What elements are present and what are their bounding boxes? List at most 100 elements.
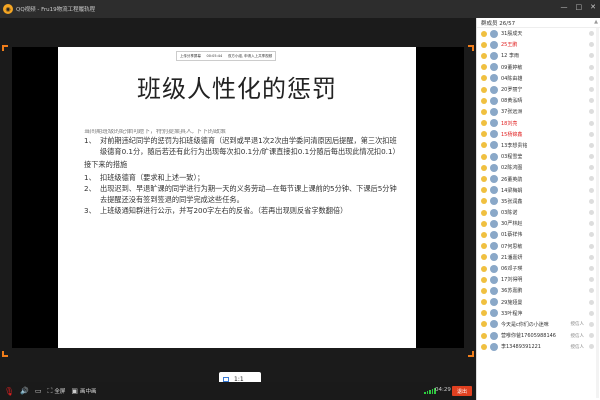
member-row[interactable]: 20罗丽宁 [477, 84, 600, 95]
member-row[interactable]: 07何思敏 [477, 241, 600, 252]
speaker-icon[interactable]: 🔊 [20, 387, 29, 395]
exit-button[interactable]: 退出 [452, 386, 472, 396]
member-name: 02陈鸿图 [501, 165, 523, 172]
avatar [490, 29, 498, 38]
avatar [490, 309, 498, 318]
sub-heading: 接下来的措施 [84, 160, 128, 169]
share-toolbar-item[interactable]: 上传分享屏幕 [180, 54, 201, 59]
measure-text: 扣班级德育（要求和上述一致）； [100, 172, 205, 182]
share-toolbar-popup[interactable]: 上传分享屏幕 00:05:44 双方小组, 申请入上共享视频 [176, 51, 276, 61]
member-row[interactable]: 25王鹏 [477, 39, 600, 50]
slide-title: 班级人性化的惩罚 [137, 75, 337, 103]
member-row[interactable]: 29施娅曼 [477, 297, 600, 308]
avatar [490, 275, 498, 284]
measure-number: 3、 [84, 206, 96, 215]
frame-corner-top-right [468, 45, 474, 51]
member-row[interactable]: 03程雪莹 [477, 151, 600, 162]
member-row[interactable]: 02陈鸿图 [477, 162, 600, 173]
measure-item: 2、 出现迟到、早退旷课的同学进行为期一天的义务劳动—在每节课上课前的5分钟、下… [84, 184, 402, 205]
avatar [490, 163, 498, 172]
member-row[interactable]: 31殷成天 [477, 28, 600, 39]
member-name: 30严林赵 [501, 221, 523, 228]
member-row[interactable]: 03陈诺 [477, 207, 600, 218]
avatar [490, 74, 498, 83]
member-status: 授信人 [570, 333, 585, 339]
close-button[interactable]: ✕ [590, 3, 596, 11]
fullscreen-icon[interactable]: ⛶ [48, 387, 53, 396]
member-row[interactable]: 14梁梅娟 [477, 185, 600, 196]
member-name: 33叶程萍 [501, 310, 523, 317]
member-status: 授信人 [570, 344, 585, 350]
slide-cut-line: 当间期班级的纪律问题下，特别提案其人, 下下的政策 [84, 129, 226, 135]
member-role-icon [481, 187, 487, 194]
member-mic-icon [589, 120, 594, 126]
call-duration: 04:29 [435, 387, 451, 393]
avatar [490, 130, 498, 139]
member-row[interactable]: 35张润鑫 [477, 196, 600, 207]
maximize-button[interactable]: □ [576, 3, 583, 11]
minimize-button[interactable]: — [561, 3, 568, 11]
avatar [490, 119, 498, 128]
member-row[interactable]: 15杨锦鑫 [477, 129, 600, 140]
member-name: 李13489391221 [501, 344, 541, 351]
member-mic-icon [589, 131, 594, 137]
member-row[interactable]: 06邓子瑛 [477, 263, 600, 274]
member-row[interactable]: 37张远洲 [477, 106, 600, 117]
member-mic-icon [589, 31, 594, 36]
member-name: 29施娅曼 [501, 299, 523, 306]
avatar [490, 96, 498, 105]
measure-number: 1、 [84, 172, 96, 182]
camera-icon[interactable]: ▭ [35, 387, 42, 395]
member-role-icon [481, 153, 487, 160]
member-row[interactable]: 30严林赵 [477, 218, 600, 229]
member-row[interactable]: 33叶程萍 [477, 308, 600, 319]
member-role-icon [481, 332, 487, 339]
member-role-icon [481, 220, 487, 227]
member-name: 17刘得明 [501, 277, 523, 284]
avatar [490, 219, 498, 228]
member-mic-icon [589, 321, 594, 327]
window-controls: — □ ✕ [561, 3, 597, 11]
fullscreen-button[interactable]: 全屏 [54, 387, 65, 395]
member-role-icon [481, 321, 487, 328]
member-row[interactable]: 李13489391221 授信人 [477, 341, 600, 352]
rule-number: 1、 [84, 136, 96, 145]
member-name: 36苏嘉鹏 [501, 288, 523, 295]
scroll-up-icon[interactable]: ▲ [594, 19, 598, 25]
member-role-icon [481, 164, 487, 171]
member-role-icon [481, 254, 487, 261]
measure-text: 出现迟到、早退旷课的同学进行为期一天的义务劳动—在每节课上课前的5分钟、下课后5… [100, 184, 397, 204]
member-count: 群成员 26/57 [481, 20, 516, 27]
member-panel: 群成员 26/57 ▲ 31殷成天 25王鹏 12 李雨 09董婷敏 04陈由雄 20罗丽… [476, 18, 600, 400]
member-row[interactable]: 09董婷敏 [477, 62, 600, 73]
bottom-control-bar: 🎙 🔊 ▭ ⛶ 全屏 ▣ 画中画 04:29 退出 [0, 382, 476, 400]
frame-corner-bottom-left [2, 351, 8, 357]
member-role-icon [481, 142, 487, 149]
member-row[interactable]: 17刘得明 [477, 274, 600, 285]
frame-corner-bottom-right [468, 351, 474, 357]
member-row[interactable]: 12 李雨 [477, 50, 600, 61]
member-row[interactable]: 18刘亮 [477, 118, 600, 129]
member-role-icon [481, 97, 487, 104]
member-row[interactable]: 今天是c你们の小迷咪 授信人 [477, 319, 600, 330]
pip-icon[interactable]: ▣ [71, 387, 78, 395]
member-row[interactable]: 36苏嘉鹏 [477, 285, 600, 296]
member-row[interactable]: 01蔡祥伟 [477, 229, 600, 240]
member-row[interactable]: 26董英鹃 [477, 173, 600, 184]
share-toolbar-item[interactable]: 双方小组, 申请入上共享视频 [228, 54, 272, 59]
member-row[interactable]: 08黄泓晴 [477, 95, 600, 106]
member-name: 31殷成天 [501, 31, 523, 38]
member-status: 授信人 [570, 322, 585, 328]
slide-body: 当间期班级的纪律问题下，特别提案其人, 下下的政策 1、 对前期违纪同学的惩罚为… [84, 129, 402, 218]
member-row[interactable]: 13李想贵铭 [477, 140, 600, 151]
avatar [490, 331, 498, 340]
member-row[interactable]: 营嗲你爸17605988146 授信人 [477, 330, 600, 341]
signal-strength-icon [424, 388, 436, 394]
avatar [490, 286, 498, 295]
pip-button[interactable]: 画中画 [80, 387, 97, 395]
microphone-icon[interactable]: 🎙 [4, 387, 14, 396]
member-row[interactable]: 04陈由雄 [477, 73, 600, 84]
avatar [490, 264, 498, 273]
member-row[interactable]: 21潘嘉妍 [477, 252, 600, 263]
share-duration: 00:05:44 [206, 54, 223, 58]
